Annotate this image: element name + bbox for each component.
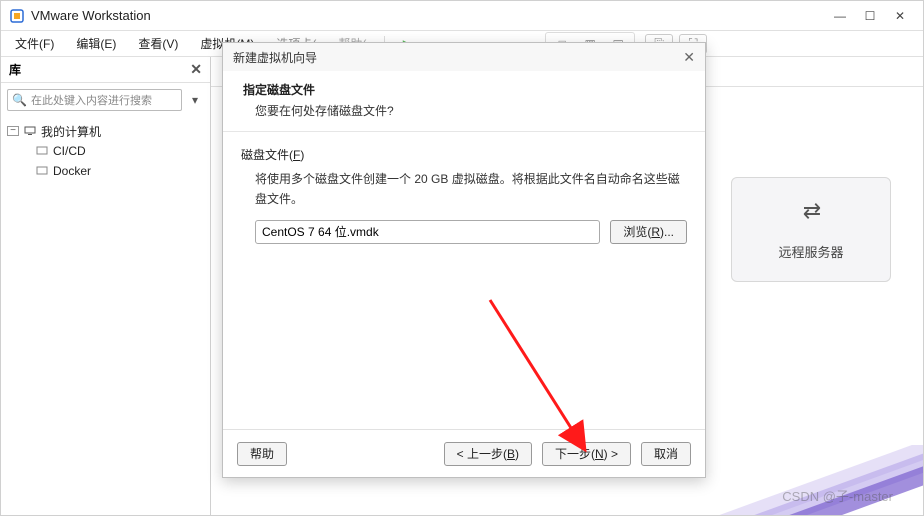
disk-file-label: 磁盘文件(F) [241, 146, 687, 163]
back-post: ) [515, 447, 519, 461]
dialog-close-icon[interactable]: ✕ [683, 49, 695, 66]
sidebar-title: 库 [9, 61, 21, 78]
dialog-title-bar: 新建虚拟机向导 ✕ [223, 43, 705, 71]
title-bar: VMware Workstation — ☐ ✕ [1, 1, 923, 31]
app-title: VMware Workstation [31, 8, 825, 23]
disk-file-description: 将使用多个磁盘文件创建一个 20 GB 虚拟磁盘。将根据此文件名自动命名这些磁盘… [241, 169, 687, 210]
collapse-icon[interactable]: − [7, 126, 19, 136]
next-pre: 下一步( [555, 445, 595, 462]
menu-view[interactable]: 查看(V) [128, 32, 188, 55]
tree-item-label: CI/CD [53, 144, 86, 158]
dialog-body: 磁盘文件(F) 将使用多个磁盘文件创建一个 20 GB 虚拟磁盘。将根据此文件名… [223, 132, 705, 429]
label-post: ) [300, 148, 304, 162]
tree-root-label: 我的计算机 [41, 123, 101, 140]
sidebar-search: 🔍 在此处键入内容进行搜索 ▾ [1, 83, 210, 117]
next-button[interactable]: 下一步(N) > [542, 442, 631, 466]
menu-edit[interactable]: 编辑(E) [66, 32, 126, 55]
back-pre: < 上一步( [457, 445, 507, 462]
dialog-subheading: 您要在何处存储磁盘文件? [243, 102, 685, 119]
search-dropdown-icon[interactable]: ▾ [186, 93, 204, 107]
next-hotkey: N [595, 447, 604, 461]
cancel-button[interactable]: 取消 [641, 442, 691, 466]
sidebar: 库 ✕ 🔍 在此处键入内容进行搜索 ▾ − 我的计算机 [1, 57, 211, 515]
watermark: CSDN @子-master [782, 486, 893, 505]
disk-file-input[interactable] [255, 220, 600, 244]
dialog-title: 新建虚拟机向导 [233, 49, 683, 66]
menu-file[interactable]: 文件(F) [5, 32, 64, 55]
vm-icon [35, 145, 49, 157]
back-hotkey: B [507, 447, 515, 461]
computer-icon [23, 125, 37, 137]
browse-button[interactable]: 浏览(R)... [610, 220, 687, 244]
help-button[interactable]: 帮助 [237, 442, 287, 466]
vm-icon [35, 165, 49, 177]
app-icon [9, 8, 25, 24]
library-tree: − 我的计算机 CI/CD Docker [1, 117, 210, 185]
sidebar-header: 库 ✕ [1, 57, 210, 83]
tree-item-label: Docker [53, 164, 91, 178]
browse-post: )... [660, 225, 674, 239]
next-post: ) > [604, 447, 618, 461]
remote-server-card[interactable]: ⇄ 远程服务器 [731, 177, 891, 282]
maximize-button[interactable]: ☐ [855, 6, 885, 26]
new-vm-wizard-dialog: 新建虚拟机向导 ✕ 指定磁盘文件 您要在何处存储磁盘文件? 磁盘文件(F) 将使… [222, 42, 706, 478]
tree-item-cicd[interactable]: CI/CD [7, 141, 204, 161]
label-pre: 磁盘文件( [241, 148, 293, 162]
back-button[interactable]: < 上一步(B) [444, 442, 532, 466]
browse-pre: 浏览( [623, 223, 651, 240]
sidebar-close-icon[interactable]: ✕ [190, 61, 202, 78]
close-window-button[interactable]: ✕ [885, 6, 915, 26]
minimize-button[interactable]: — [825, 6, 855, 26]
browse-hotkey: R [651, 225, 660, 239]
dialog-header: 指定磁盘文件 您要在何处存储磁盘文件? [223, 71, 705, 132]
dialog-heading: 指定磁盘文件 [243, 81, 685, 98]
tree-item-docker[interactable]: Docker [7, 161, 204, 181]
search-icon: 🔍 [12, 93, 27, 107]
file-input-row: 浏览(R)... [241, 220, 687, 244]
remote-server-label: 远程服务器 [742, 242, 880, 261]
transfer-icon: ⇄ [742, 198, 880, 224]
dialog-footer: 帮助 < 上一步(B) 下一步(N) > 取消 [223, 429, 705, 477]
search-placeholder: 在此处键入内容进行搜索 [31, 92, 152, 108]
tree-root[interactable]: − 我的计算机 [7, 121, 204, 141]
search-input[interactable]: 🔍 在此处键入内容进行搜索 [7, 89, 182, 111]
